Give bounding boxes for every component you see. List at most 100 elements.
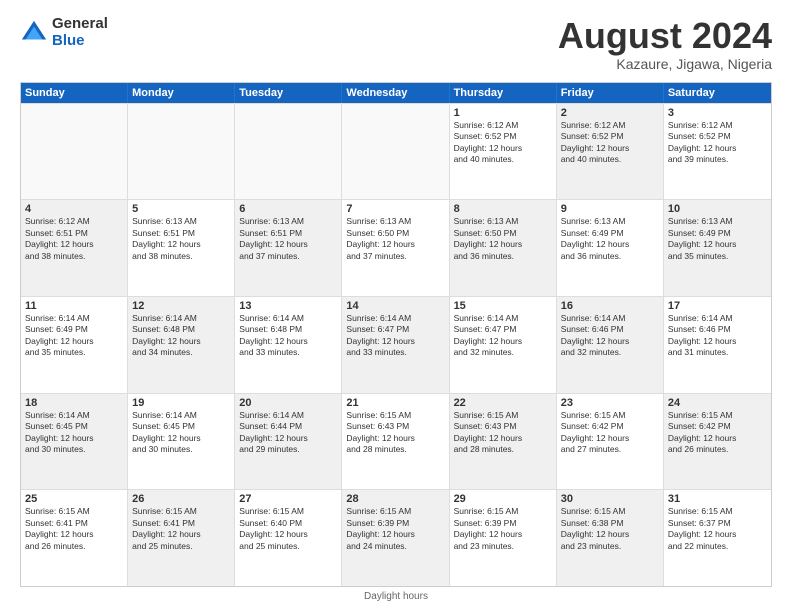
logo-general: General <box>52 16 108 33</box>
day-number: 12 <box>132 300 230 312</box>
logo-icon <box>20 19 48 47</box>
page: General Blue August 2024 Kazaure, Jigawa… <box>0 0 792 612</box>
day-info: Sunrise: 6:12 AM Sunset: 6:51 PM Dayligh… <box>25 216 123 262</box>
day-number: 31 <box>668 493 767 505</box>
day-info: Sunrise: 6:14 AM Sunset: 6:48 PM Dayligh… <box>132 313 230 359</box>
day-info: Sunrise: 6:13 AM Sunset: 6:51 PM Dayligh… <box>132 216 230 262</box>
day-number: 17 <box>668 300 767 312</box>
calendar-cell: 11Sunrise: 6:14 AM Sunset: 6:49 PM Dayli… <box>21 297 128 393</box>
calendar-cell: 10Sunrise: 6:13 AM Sunset: 6:49 PM Dayli… <box>664 200 771 296</box>
day-number: 3 <box>668 107 767 119</box>
day-number: 1 <box>454 107 552 119</box>
calendar-header-cell: Saturday <box>664 83 771 103</box>
day-number: 2 <box>561 107 659 119</box>
calendar-header-cell: Wednesday <box>342 83 449 103</box>
day-number: 26 <box>132 493 230 505</box>
calendar-cell: 2Sunrise: 6:12 AM Sunset: 6:52 PM Daylig… <box>557 104 664 200</box>
day-number: 10 <box>668 203 767 215</box>
day-info: Sunrise: 6:13 AM Sunset: 6:50 PM Dayligh… <box>346 216 444 262</box>
day-info: Sunrise: 6:15 AM Sunset: 6:41 PM Dayligh… <box>25 506 123 552</box>
day-number: 11 <box>25 300 123 312</box>
day-info: Sunrise: 6:14 AM Sunset: 6:47 PM Dayligh… <box>346 313 444 359</box>
calendar-row: 11Sunrise: 6:14 AM Sunset: 6:49 PM Dayli… <box>21 296 771 393</box>
day-info: Sunrise: 6:15 AM Sunset: 6:39 PM Dayligh… <box>454 506 552 552</box>
calendar-cell <box>128 104 235 200</box>
calendar-body: 1Sunrise: 6:12 AM Sunset: 6:52 PM Daylig… <box>21 103 771 586</box>
day-info: Sunrise: 6:12 AM Sunset: 6:52 PM Dayligh… <box>454 120 552 166</box>
day-number: 25 <box>25 493 123 505</box>
day-number: 22 <box>454 397 552 409</box>
day-info: Sunrise: 6:13 AM Sunset: 6:49 PM Dayligh… <box>561 216 659 262</box>
logo-text: General Blue <box>52 16 108 49</box>
logo: General Blue <box>20 16 108 49</box>
calendar-row: 1Sunrise: 6:12 AM Sunset: 6:52 PM Daylig… <box>21 103 771 200</box>
calendar-cell: 14Sunrise: 6:14 AM Sunset: 6:47 PM Dayli… <box>342 297 449 393</box>
calendar-cell: 30Sunrise: 6:15 AM Sunset: 6:38 PM Dayli… <box>557 490 664 586</box>
title-area: August 2024 Kazaure, Jigawa, Nigeria <box>558 16 772 72</box>
day-info: Sunrise: 6:14 AM Sunset: 6:45 PM Dayligh… <box>132 410 230 456</box>
day-info: Sunrise: 6:15 AM Sunset: 6:42 PM Dayligh… <box>668 410 767 456</box>
header: General Blue August 2024 Kazaure, Jigawa… <box>20 16 772 72</box>
calendar-cell: 12Sunrise: 6:14 AM Sunset: 6:48 PM Dayli… <box>128 297 235 393</box>
calendar-row: 18Sunrise: 6:14 AM Sunset: 6:45 PM Dayli… <box>21 393 771 490</box>
calendar-cell: 31Sunrise: 6:15 AM Sunset: 6:37 PM Dayli… <box>664 490 771 586</box>
calendar-cell: 27Sunrise: 6:15 AM Sunset: 6:40 PM Dayli… <box>235 490 342 586</box>
day-number: 29 <box>454 493 552 505</box>
calendar-cell: 17Sunrise: 6:14 AM Sunset: 6:46 PM Dayli… <box>664 297 771 393</box>
day-number: 30 <box>561 493 659 505</box>
calendar-row: 25Sunrise: 6:15 AM Sunset: 6:41 PM Dayli… <box>21 489 771 586</box>
day-info: Sunrise: 6:15 AM Sunset: 6:43 PM Dayligh… <box>454 410 552 456</box>
calendar-cell: 29Sunrise: 6:15 AM Sunset: 6:39 PM Dayli… <box>450 490 557 586</box>
day-number: 20 <box>239 397 337 409</box>
calendar-cell: 3Sunrise: 6:12 AM Sunset: 6:52 PM Daylig… <box>664 104 771 200</box>
calendar-cell: 24Sunrise: 6:15 AM Sunset: 6:42 PM Dayli… <box>664 394 771 490</box>
day-number: 6 <box>239 203 337 215</box>
day-number: 23 <box>561 397 659 409</box>
calendar-cell <box>342 104 449 200</box>
day-info: Sunrise: 6:15 AM Sunset: 6:39 PM Dayligh… <box>346 506 444 552</box>
day-info: Sunrise: 6:12 AM Sunset: 6:52 PM Dayligh… <box>668 120 767 166</box>
calendar-cell: 13Sunrise: 6:14 AM Sunset: 6:48 PM Dayli… <box>235 297 342 393</box>
calendar-cell: 9Sunrise: 6:13 AM Sunset: 6:49 PM Daylig… <box>557 200 664 296</box>
calendar-cell: 26Sunrise: 6:15 AM Sunset: 6:41 PM Dayli… <box>128 490 235 586</box>
calendar: SundayMondayTuesdayWednesdayThursdayFrid… <box>20 82 772 587</box>
calendar-cell: 20Sunrise: 6:14 AM Sunset: 6:44 PM Dayli… <box>235 394 342 490</box>
day-info: Sunrise: 6:15 AM Sunset: 6:40 PM Dayligh… <box>239 506 337 552</box>
day-info: Sunrise: 6:14 AM Sunset: 6:47 PM Dayligh… <box>454 313 552 359</box>
day-number: 24 <box>668 397 767 409</box>
calendar-cell <box>21 104 128 200</box>
calendar-header-cell: Monday <box>128 83 235 103</box>
calendar-cell: 1Sunrise: 6:12 AM Sunset: 6:52 PM Daylig… <box>450 104 557 200</box>
day-info: Sunrise: 6:13 AM Sunset: 6:49 PM Dayligh… <box>668 216 767 262</box>
calendar-cell: 23Sunrise: 6:15 AM Sunset: 6:42 PM Dayli… <box>557 394 664 490</box>
calendar-cell: 5Sunrise: 6:13 AM Sunset: 6:51 PM Daylig… <box>128 200 235 296</box>
calendar-cell: 6Sunrise: 6:13 AM Sunset: 6:51 PM Daylig… <box>235 200 342 296</box>
day-number: 16 <box>561 300 659 312</box>
day-info: Sunrise: 6:13 AM Sunset: 6:50 PM Dayligh… <box>454 216 552 262</box>
day-number: 7 <box>346 203 444 215</box>
day-info: Sunrise: 6:14 AM Sunset: 6:44 PM Dayligh… <box>239 410 337 456</box>
day-number: 27 <box>239 493 337 505</box>
footer-note: Daylight hours <box>20 591 772 602</box>
day-info: Sunrise: 6:14 AM Sunset: 6:46 PM Dayligh… <box>668 313 767 359</box>
day-number: 28 <box>346 493 444 505</box>
calendar-cell: 21Sunrise: 6:15 AM Sunset: 6:43 PM Dayli… <box>342 394 449 490</box>
subtitle: Kazaure, Jigawa, Nigeria <box>558 56 772 72</box>
calendar-cell: 7Sunrise: 6:13 AM Sunset: 6:50 PM Daylig… <box>342 200 449 296</box>
day-info: Sunrise: 6:15 AM Sunset: 6:42 PM Dayligh… <box>561 410 659 456</box>
day-number: 8 <box>454 203 552 215</box>
day-number: 14 <box>346 300 444 312</box>
main-title: August 2024 <box>558 16 772 56</box>
calendar-cell: 16Sunrise: 6:14 AM Sunset: 6:46 PM Dayli… <box>557 297 664 393</box>
day-info: Sunrise: 6:15 AM Sunset: 6:37 PM Dayligh… <box>668 506 767 552</box>
day-info: Sunrise: 6:14 AM Sunset: 6:48 PM Dayligh… <box>239 313 337 359</box>
calendar-cell: 4Sunrise: 6:12 AM Sunset: 6:51 PM Daylig… <box>21 200 128 296</box>
calendar-cell: 19Sunrise: 6:14 AM Sunset: 6:45 PM Dayli… <box>128 394 235 490</box>
calendar-cell: 8Sunrise: 6:13 AM Sunset: 6:50 PM Daylig… <box>450 200 557 296</box>
day-info: Sunrise: 6:12 AM Sunset: 6:52 PM Dayligh… <box>561 120 659 166</box>
logo-blue: Blue <box>52 33 108 50</box>
calendar-header-cell: Friday <box>557 83 664 103</box>
day-number: 4 <box>25 203 123 215</box>
calendar-cell: 22Sunrise: 6:15 AM Sunset: 6:43 PM Dayli… <box>450 394 557 490</box>
calendar-cell: 15Sunrise: 6:14 AM Sunset: 6:47 PM Dayli… <box>450 297 557 393</box>
